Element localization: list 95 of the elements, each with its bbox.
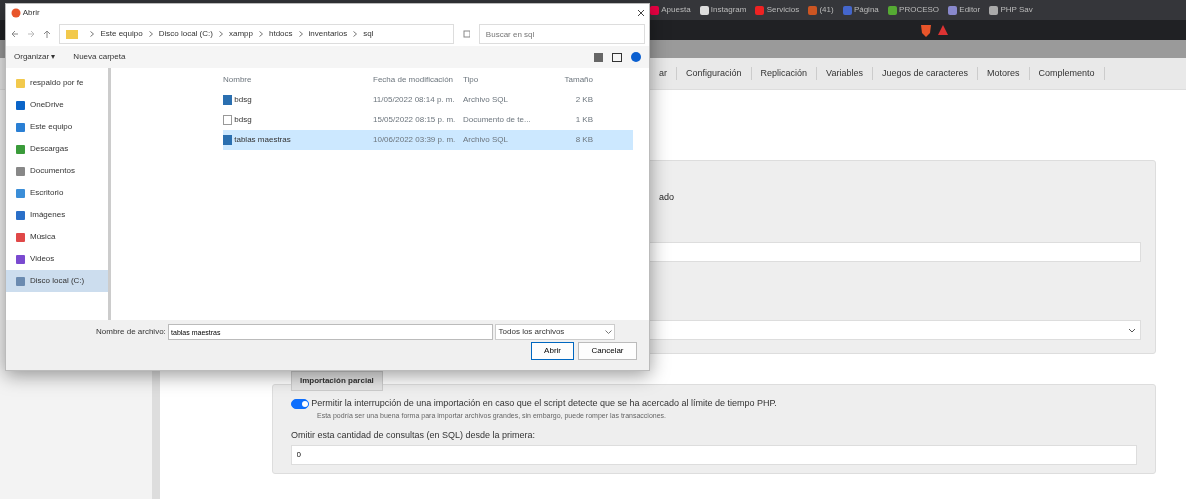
up-icon[interactable] (43, 30, 51, 38)
nav-tab[interactable]: Complemento (1029, 66, 1105, 81)
pane-icon[interactable] (612, 52, 622, 62)
bookmark-link[interactable]: Instagram (699, 4, 747, 16)
bookmark-icon (989, 5, 999, 15)
bookmark-icon (842, 5, 852, 15)
shield-icon[interactable] (920, 23, 932, 37)
nav-tab[interactable]: Configuración (677, 66, 752, 81)
chevron-icon (148, 31, 153, 37)
file-size: 1 KB (574, 114, 593, 127)
folder-icon (16, 78, 25, 88)
chevron-icon (298, 31, 303, 37)
column-header[interactable]: Tipo (463, 74, 533, 87)
file-type-dropdown[interactable]: Todos los archivos (495, 324, 616, 340)
file-size: 2 KB (574, 94, 593, 107)
bookmark-icon (699, 5, 709, 15)
file-name: tablas maestras (234, 134, 291, 147)
file-type: Archivo SQL (463, 134, 509, 147)
bookmark-link[interactable]: Página (842, 4, 879, 16)
breadcrumb-link[interactable]: xampp (228, 28, 253, 40)
nav-tab[interactable]: Replicación (751, 66, 818, 81)
upload-label: ado (659, 191, 675, 203)
file-type: Archivo SQL (463, 94, 509, 107)
nav-item[interactable]: Música (6, 226, 108, 248)
chevron-icon (218, 31, 223, 37)
chevron-icon (258, 31, 263, 37)
chevron-icon (353, 31, 358, 37)
nav-item[interactable]: Descargas (6, 138, 108, 160)
triangle-icon[interactable] (936, 24, 949, 36)
nav-tab[interactable]: Motores (978, 66, 1030, 81)
toolbar-button[interactable]: Organizar ▾ (14, 51, 56, 63)
bookmark-link[interactable]: (41) (808, 4, 834, 16)
back-icon[interactable] (10, 30, 18, 38)
bookmark-link[interactable]: Servicios (755, 4, 800, 16)
bookmark-icon (755, 5, 765, 15)
text-file-icon (223, 115, 232, 126)
file-date: 15/05/2022 08:15 p. m. (373, 114, 457, 127)
nav-tab[interactable]: Variables (817, 66, 873, 81)
chevron-icon (605, 330, 613, 334)
checkbox-label: Permitir la interrupción de una importación en caso que el script detecte que se ha acercado al límite de tiempo PHP. (311, 397, 777, 410)
view-icon[interactable] (594, 52, 603, 62)
toolbar-button[interactable]: Nueva carpeta (73, 51, 126, 63)
file-row[interactable]: bdsg 15/05/2022 08:15 p. m. Documento de te... 1 KB (223, 110, 633, 131)
bookmark-link[interactable]: PHP Sav (989, 4, 1033, 16)
breadcrumb-link[interactable]: inventarios (308, 28, 348, 40)
column-header[interactable]: Fecha de modificación (373, 74, 463, 87)
nav-item[interactable]: Documentos (6, 160, 108, 182)
chevron-icon (1127, 327, 1136, 333)
app-icon (10, 8, 21, 18)
field-label: Omitir esta cantidad de consultas (en SQL) desde la primera: (291, 429, 537, 442)
breadcrumb-link[interactable]: Este equipo (100, 28, 143, 40)
search-field[interactable]: Buscar en sql (478, 24, 645, 44)
dialog-title: Abrir (22, 7, 40, 19)
file-size: 8 KB (574, 134, 593, 147)
column-header[interactable]: Tamaño (533, 74, 593, 87)
help-icon[interactable] (631, 52, 641, 62)
nav-item[interactable]: Disco local (C:) (6, 270, 108, 292)
nav-item[interactable]: Videos (6, 248, 108, 270)
breadcrumb-link[interactable]: Disco local (C:) (158, 28, 213, 40)
close-icon[interactable] (636, 9, 645, 17)
bookmark-link[interactable]: Editor (948, 4, 981, 16)
breadcrumb-link[interactable]: sql (363, 28, 374, 40)
nav-tab[interactable]: Juegos de caracteres (872, 66, 978, 81)
file-row[interactable]: bdsg 11/05/2022 08:14 p. m. Archivo SQL 2 KB (223, 90, 633, 111)
toggle-switch[interactable] (291, 398, 309, 409)
file-row[interactable]: tablas maestras 10/06/2022 03:39 p. m. Archivo SQL 8 KB (223, 130, 633, 151)
file-date: 10/06/2022 03:39 p. m. (373, 134, 457, 147)
nav-item[interactable]: Este equipo (6, 116, 108, 138)
bookmark-link[interactable]: Apuesta (650, 4, 691, 16)
bookmark-link[interactable]: PROCESO (887, 4, 940, 16)
open-button[interactable]: Abrir (531, 342, 574, 361)
folder-icon (66, 29, 79, 39)
column-header[interactable]: Nombre (223, 74, 373, 87)
file-name: bdsg (234, 94, 252, 107)
forward-icon[interactable] (26, 30, 35, 38)
refresh-icon[interactable] (462, 30, 470, 38)
nav-item[interactable]: respaldo por fe (6, 72, 108, 94)
bookmark-icon (948, 5, 958, 15)
section-legend: Importación parcial (291, 371, 383, 391)
input-field[interactable] (647, 242, 1141, 262)
file-name: bdsg (234, 114, 252, 127)
file-date: 11/05/2022 08:14 p. m. (373, 94, 456, 107)
nav-item[interactable]: OneDrive (6, 94, 108, 116)
nav-item[interactable]: Escritorio (6, 182, 108, 204)
bookmark-icon (808, 5, 818, 15)
chevron-icon (90, 31, 95, 37)
file-type: Documento de te... (463, 114, 532, 127)
select-field[interactable] (647, 320, 1141, 340)
breadcrumb-link[interactable]: htdocs (268, 28, 293, 40)
bookmark-icon (650, 5, 659, 15)
nav-item[interactable]: Imágenes (6, 204, 108, 226)
filename-label: Nombre de archivo: (96, 326, 166, 338)
skip-count-field[interactable]: 0 (291, 444, 1137, 465)
cancel-button[interactable]: Cancelar (578, 342, 637, 361)
bookmark-icon (887, 5, 897, 15)
